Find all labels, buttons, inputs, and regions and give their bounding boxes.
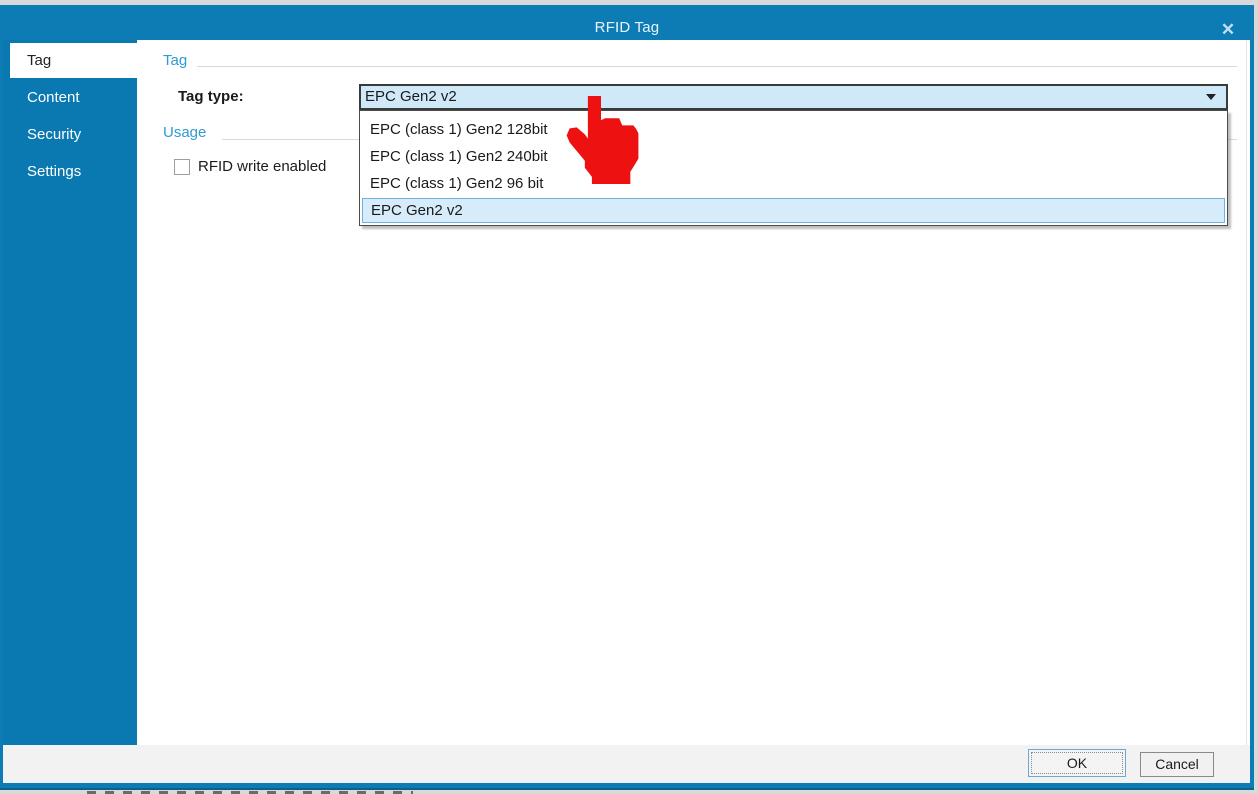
- tag-type-combobox-value: EPC Gen2 v2: [365, 88, 457, 105]
- sidebar: Tag Content Security Settings: [3, 40, 137, 745]
- chevron-down-icon: [1206, 94, 1216, 100]
- content-right-edge: [1246, 40, 1247, 745]
- rfid-write-enabled-checkbox[interactable]: [174, 159, 190, 175]
- footer-bar: OK Cancel: [3, 745, 1250, 783]
- tag-type-combobox[interactable]: EPC Gen2 v2: [359, 84, 1228, 110]
- tag-group-title: Tag: [163, 52, 188, 69]
- tag-type-label: Tag type:: [178, 88, 244, 105]
- dropdown-option[interactable]: EPC (class 1) Gen2 128bit: [360, 116, 1227, 143]
- dropdown-option[interactable]: EPC (class 1) Gen2 240bit: [360, 143, 1227, 170]
- cancel-button[interactable]: Cancel: [1140, 752, 1214, 777]
- usage-group-title: Usage: [163, 124, 207, 141]
- tag-group-separator: [197, 66, 1237, 67]
- close-icon: ✕: [1220, 20, 1236, 39]
- ok-button[interactable]: OK: [1028, 749, 1126, 777]
- rfid-write-enabled-label: RFID write enabled: [198, 158, 327, 175]
- sidebar-item-tag[interactable]: Tag: [10, 43, 137, 78]
- dropdown-option-highlighted[interactable]: EPC Gen2 v2: [362, 198, 1225, 223]
- sidebar-item-security[interactable]: Security: [10, 117, 137, 152]
- sidebar-item-settings[interactable]: Settings: [10, 154, 137, 189]
- dialog-title: RFID Tag: [594, 19, 660, 36]
- sidebar-item-content[interactable]: Content: [10, 80, 137, 115]
- rfid-tag-dialog: RFID Tag ✕ Tag Content Security Settings…: [0, 0, 1258, 794]
- tag-type-dropdown-list: EPC (class 1) Gen2 128bit EPC (class 1) …: [359, 110, 1228, 226]
- dropdown-option[interactable]: EPC (class 1) Gen2 96 bit: [360, 170, 1227, 197]
